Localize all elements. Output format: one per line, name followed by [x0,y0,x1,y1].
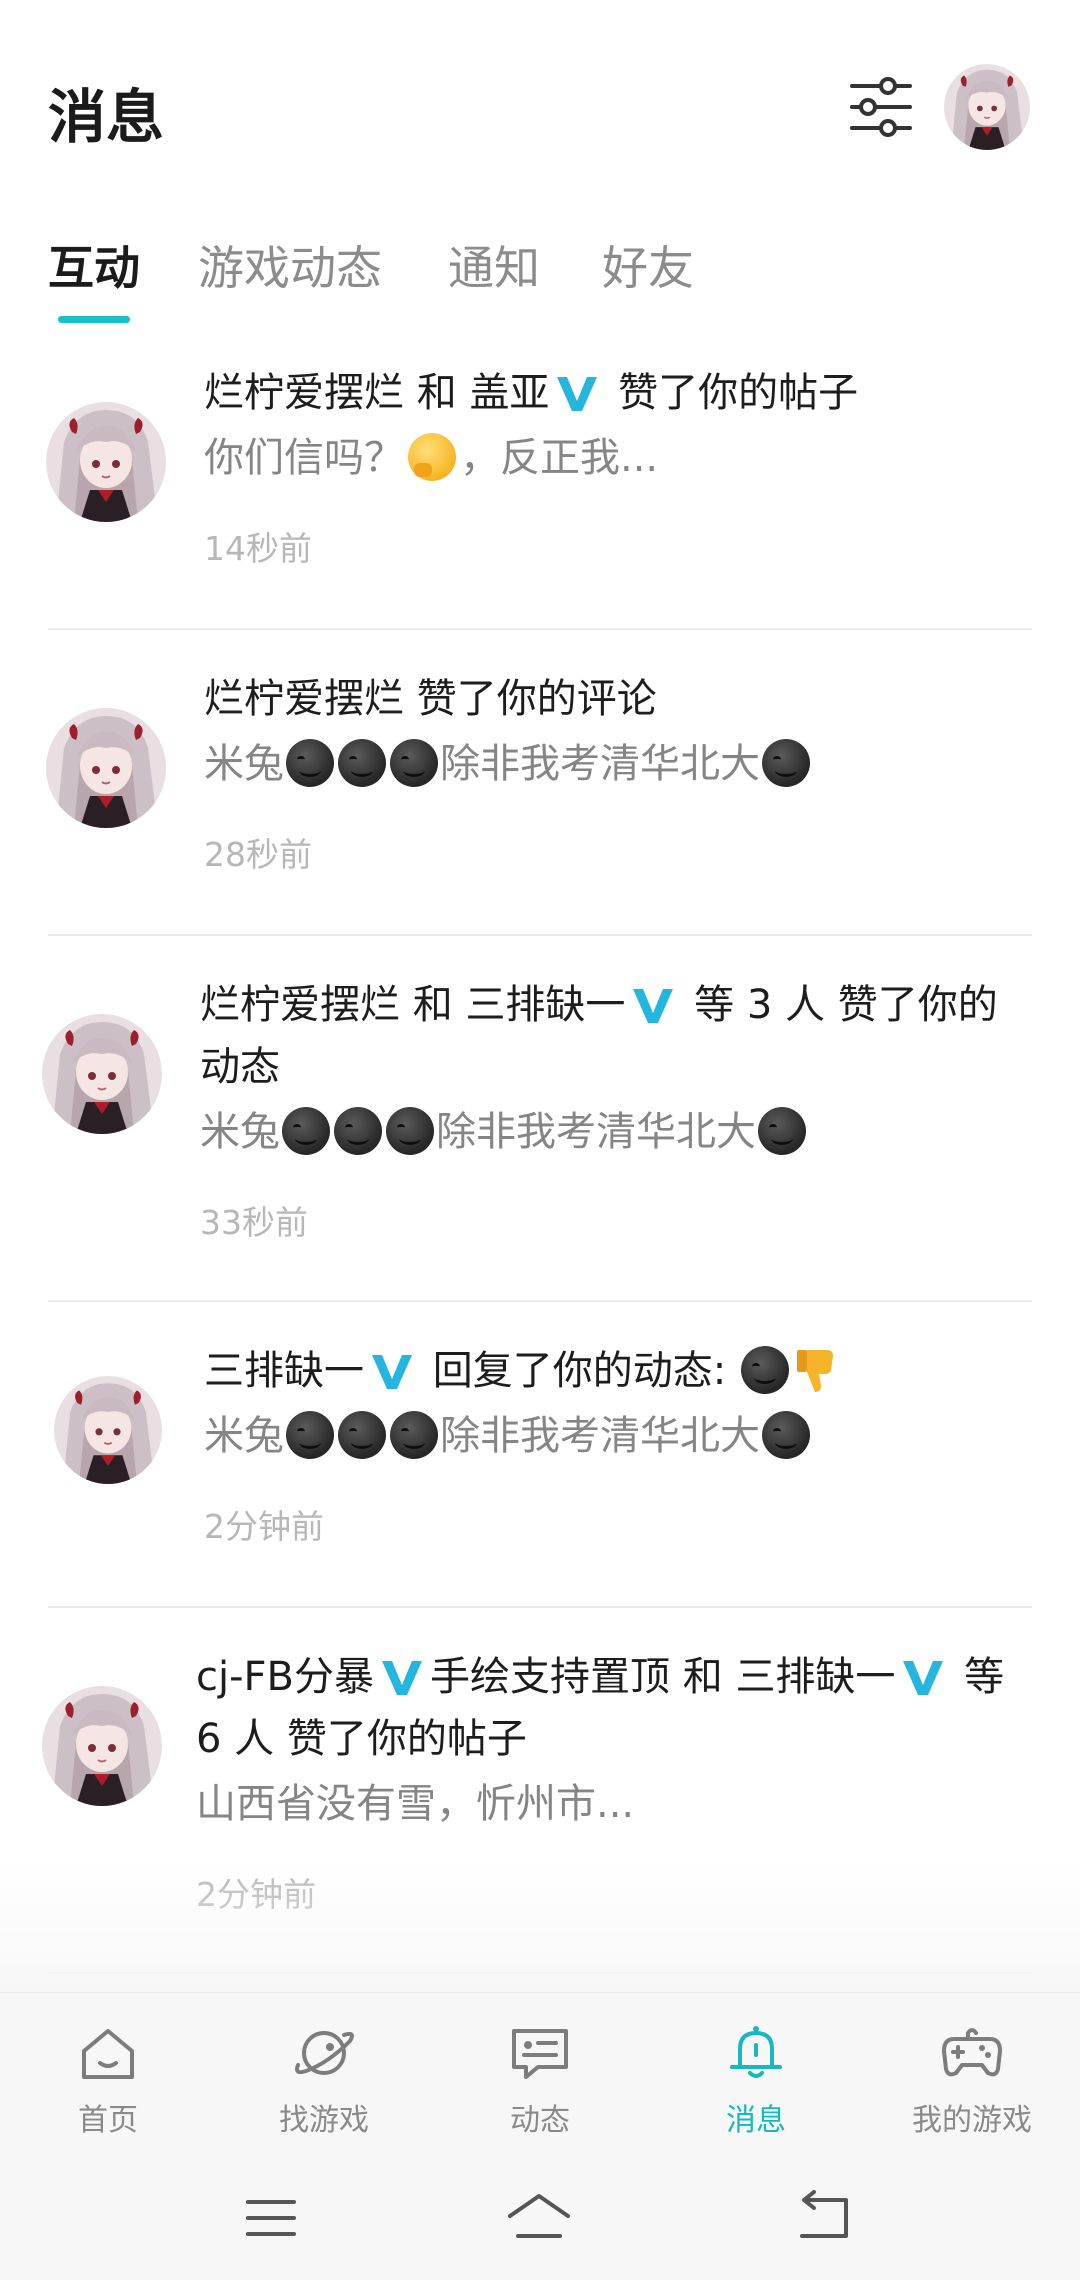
smirk-emoji-icon [286,1411,334,1459]
username[interactable]: 烂柠爱摆烂 [204,370,404,416]
home-outline-icon [508,2194,570,2238]
smirk-emoji-icon [390,739,438,787]
username[interactable]: 三排缺一 [204,1348,364,1394]
post-snippet: 山西省没有雪，忻州市... [196,1781,635,1827]
username[interactable]: cj-FB分暴 [196,1654,374,1700]
smirk-emoji-icon [338,1411,386,1459]
smirk-emoji-icon [334,1107,382,1155]
username[interactable]: 烂柠爱摆烂 [200,982,400,1028]
post-snippet: 米兔 除非我考清华北大 [204,1402,1040,1470]
system-home-button[interactable] [504,2188,574,2248]
home-icon [82,2029,134,2079]
post-snippet: 米兔 除非我考清华北大 [200,1098,1040,1166]
message-list: 烂柠爱摆烂 和 盖亚 赞了你的帖子 你们信吗？ ，反正我... 14秒前 烂柠爱摆… [0,332,1080,1992]
smirk-emoji-icon [762,1411,810,1459]
nav-home[interactable]: 首页 [8,2021,208,2139]
avatar[interactable] [46,708,166,828]
filter-settings-button[interactable] [848,74,914,140]
username[interactable]: 盖亚 [469,370,549,416]
smirk-emoji-icon [762,739,810,787]
verified-badge-icon [370,1351,414,1391]
smirk-emoji-icon [386,1107,434,1155]
chat-icon [512,2029,568,2079]
timestamp: 2分钟前 [196,1875,316,1914]
notification-text: 烂柠爱摆烂 赞了你的评论 [204,676,657,722]
page-title: 消息 [48,83,165,151]
list-item[interactable]: 烂柠爱摆烂 和 三排缺一 等 3 人 赞了你的 动态 米兔 除非我考清华北大 33… [0,974,1080,1304]
tab-friends[interactable]: 好友 [602,232,694,298]
bottom-navigation: 首页 找游戏 动态 消息 我的游戏 [0,1992,1080,2162]
list-item[interactable]: 烂柠爱摆烂 赞了你的评论 米兔 除非我考清华北大 28秒前 [0,668,1080,943]
back-icon [800,2190,848,2238]
gamepad-icon [942,2028,1002,2077]
thinking-emoji-icon [408,433,456,481]
avatar[interactable] [42,1686,162,1806]
username[interactable]: 烂柠爱摆烂 [204,676,404,722]
notification-text: cj-FB分暴 手绘支持置顶 和 三排缺一 等 6 人 赞了你的帖子 [196,1654,1005,1762]
user-avatar[interactable] [944,64,1030,150]
timestamp: 2分钟前 [204,1507,324,1546]
smirk-emoji-icon [338,739,386,787]
divider [48,1300,1032,1302]
recent-apps-button[interactable] [236,2188,306,2248]
verified-badge-icon [555,373,599,413]
smirk-emoji-icon [758,1107,806,1155]
smirk-emoji-icon [286,739,334,787]
verified-badge-icon [901,1657,945,1697]
avatar[interactable] [46,402,166,522]
timestamp: 14秒前 [204,529,312,568]
tab-notifications[interactable]: 通知 [448,232,540,298]
username[interactable]: 三排缺一 [735,1654,895,1700]
notification-text: 三排缺一 回复了你的动态: [204,1340,1040,1402]
notification-text: 烂柠爱摆烂 和 三排缺一 等 3 人 赞了你的 动态 [200,982,998,1090]
avatar[interactable] [54,1376,162,1484]
timestamp: 28秒前 [204,835,312,874]
verified-badge-icon [380,1657,424,1697]
divider [48,1972,1032,1974]
tab-game-updates[interactable]: 游戏动态 [198,232,382,298]
sliders-icon [850,77,912,137]
bell-icon [730,2026,782,2078]
planet-icon [295,2031,354,2075]
comment-snippet: 米兔 除非我考清华北大 [204,730,1040,798]
post-snippet: 你们信吗？ ，反正我... [204,433,659,481]
notification-text: 烂柠爱摆烂 和 盖亚 赞了你的帖子 [204,370,859,416]
divider [48,1606,1032,1608]
verified-badge-icon [631,985,675,1025]
message-tabs: 互动 游戏动态 通知 好友 [0,222,1080,332]
nav-find-games[interactable]: 找游戏 [224,2021,424,2139]
avatar[interactable] [42,1014,162,1134]
list-item[interactable]: 烂柠爱摆烂 和 盖亚 赞了你的帖子 你们信吗？ ，反正我... 14秒前 [0,362,1080,637]
divider [48,628,1032,630]
header: 消息 [0,0,1080,220]
active-tab-indicator [58,316,130,323]
list-item[interactable]: cj-FB分暴 手绘支持置顶 和 三排缺一 等 6 人 赞了你的帖子 山西省没有雪… [0,1646,1080,1986]
list-item[interactable]: 三排缺一 回复了你的动态: 米兔 除非我考清华北大 2分钟前 [0,1340,1080,1615]
system-back-button[interactable] [790,2188,860,2248]
nav-my-games[interactable]: 我的游戏 [872,2021,1072,2139]
username[interactable]: 三排缺一 [465,982,625,1028]
nav-messages[interactable]: 消息 [656,2021,856,2139]
divider [48,934,1032,936]
thumbs-down-icon [793,1346,837,1394]
smirk-emoji-icon [740,1346,789,1394]
system-navigation-bar [0,2162,1080,2280]
tab-interaction[interactable]: 互动 [48,232,140,298]
menu-icon [246,2200,296,2236]
timestamp: 33秒前 [200,1203,308,1242]
smirk-emoji-icon [390,1411,438,1459]
smirk-emoji-icon [282,1107,330,1155]
nav-feed[interactable]: 动态 [440,2021,640,2139]
